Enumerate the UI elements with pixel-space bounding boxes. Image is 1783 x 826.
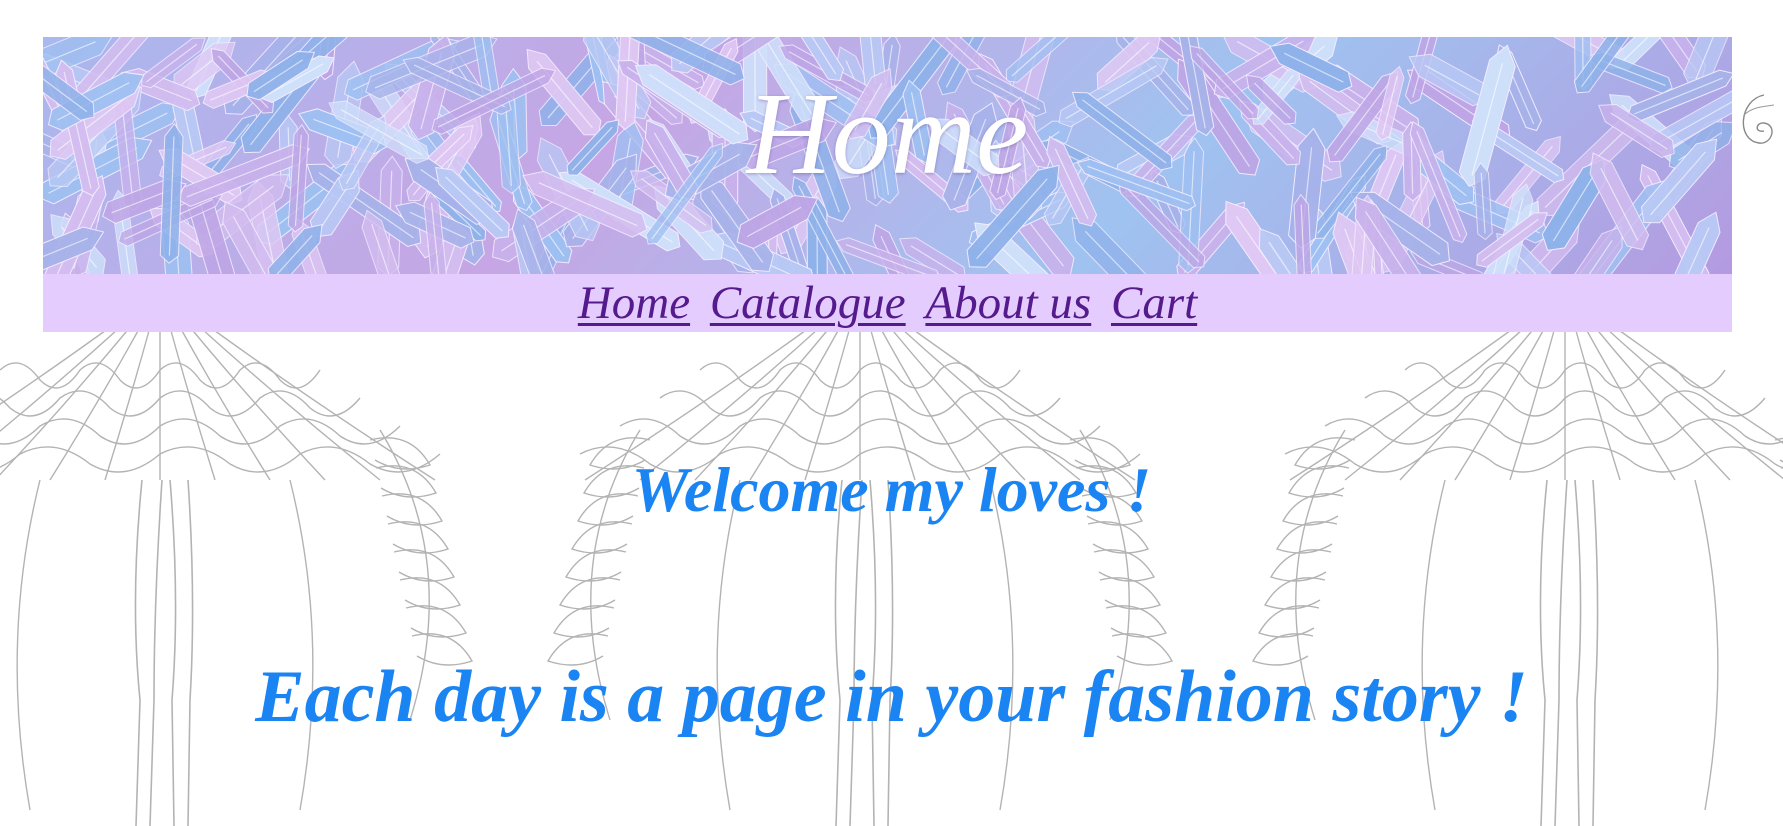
signature-logo <box>1742 94 1775 144</box>
welcome-heading: Welcome my loves ! <box>631 454 1152 525</box>
nav-link-cart[interactable]: Cart <box>1111 277 1197 329</box>
main-nav: Home Catalogue About us Cart <box>43 274 1732 332</box>
page-title: Home <box>746 68 1029 199</box>
tagline-heading: Each day is a page in your fashion story… <box>255 656 1528 738</box>
nav-link-about-us[interactable]: About us <box>925 277 1091 329</box>
nav-link-catalogue[interactable]: Catalogue <box>710 277 906 329</box>
header-banner: Home <box>43 37 1732 274</box>
nav-link-home[interactable]: Home <box>578 277 690 329</box>
